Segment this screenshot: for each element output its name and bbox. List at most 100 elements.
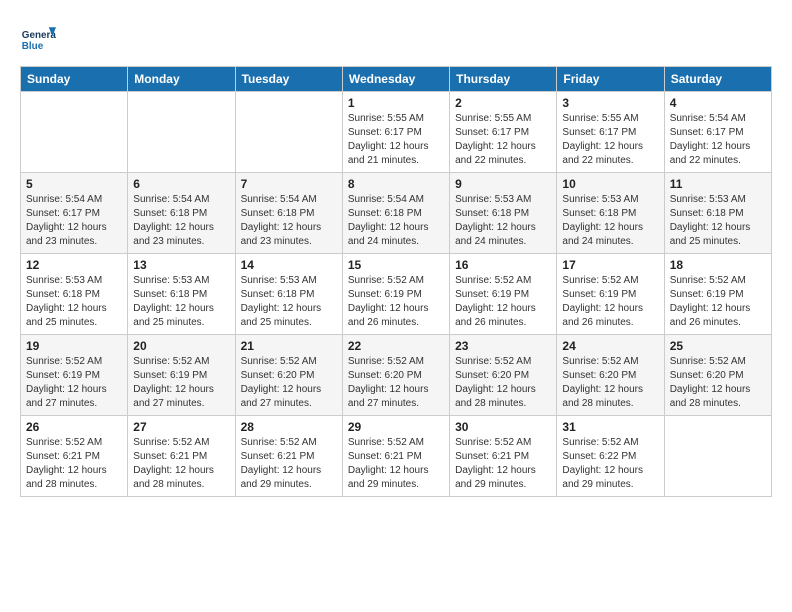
calendar-cell: 21 Sunrise: 5:52 AM Sunset: 6:20 PM Dayli… bbox=[235, 335, 342, 416]
day-info: Sunrise: 5:53 AM Sunset: 6:18 PM Dayligh… bbox=[670, 193, 766, 249]
calendar-cell: 6 Sunrise: 5:54 AM Sunset: 6:18 PM Daylig… bbox=[128, 173, 235, 254]
day-number: 24 bbox=[562, 339, 658, 353]
day-info: Sunrise: 5:52 AM Sunset: 6:22 PM Dayligh… bbox=[562, 436, 658, 492]
day-number: 9 bbox=[455, 177, 551, 191]
day-info: Sunrise: 5:52 AM Sunset: 6:19 PM Dayligh… bbox=[670, 274, 766, 330]
calendar-cell bbox=[21, 92, 128, 173]
calendar-cell: 27Sunrise: 5:52 AM Sunset: 6:21 PM Dayli… bbox=[128, 416, 235, 497]
day-number: 31 bbox=[562, 420, 658, 434]
calendar-cell: 25 Sunrise: 5:52 AM Sunset: 6:20 PM Dayli… bbox=[664, 335, 771, 416]
logo: General Blue bbox=[20, 20, 56, 56]
calendar-cell: 5 Sunrise: 5:54 AM Sunset: 6:17 PM Daylig… bbox=[21, 173, 128, 254]
calendar-cell: 19 Sunrise: 5:52 AM Sunset: 6:19 PM Dayli… bbox=[21, 335, 128, 416]
day-info: Sunrise: 5:53 AM Sunset: 6:18 PM Dayligh… bbox=[562, 193, 658, 249]
day-info: Sunrise: 5:53 AM Sunset: 6:18 PM Dayligh… bbox=[455, 193, 551, 249]
day-info: Sunrise: 5:53 AM Sunset: 6:18 PM Dayligh… bbox=[133, 274, 229, 330]
day-number: 28 bbox=[241, 420, 337, 434]
day-info: Sunrise: 5:52 AM Sunset: 6:19 PM Dayligh… bbox=[133, 355, 229, 411]
day-number: 30 bbox=[455, 420, 551, 434]
day-info: Sunrise: 5:52 AM Sunset: 6:19 PM Dayligh… bbox=[455, 274, 551, 330]
calendar-cell: 28 Sunrise: 5:52 AM Sunset: 6:21 PM Dayli… bbox=[235, 416, 342, 497]
day-info: Sunrise: 5:52 AM Sunset: 6:21 PM Dayligh… bbox=[348, 436, 444, 492]
day-number: 5 bbox=[26, 177, 122, 191]
day-number: 27 bbox=[133, 420, 229, 434]
day-number: 2 bbox=[455, 96, 551, 110]
calendar-cell: 30Sunrise: 5:52 AM Sunset: 6:21 PM Dayli… bbox=[450, 416, 557, 497]
calendar-cell: 18 Sunrise: 5:52 AM Sunset: 6:19 PM Dayli… bbox=[664, 254, 771, 335]
day-info: Sunrise: 5:52 AM Sunset: 6:21 PM Dayligh… bbox=[26, 436, 122, 492]
calendar-cell: 20 Sunrise: 5:52 AM Sunset: 6:19 PM Dayli… bbox=[128, 335, 235, 416]
calendar-cell: 14 Sunrise: 5:53 AM Sunset: 6:18 PM Dayli… bbox=[235, 254, 342, 335]
day-number: 20 bbox=[133, 339, 229, 353]
day-info: Sunrise: 5:53 AM Sunset: 6:18 PM Dayligh… bbox=[241, 274, 337, 330]
day-number: 3 bbox=[562, 96, 658, 110]
day-info: Sunrise: 5:52 AM Sunset: 6:20 PM Dayligh… bbox=[241, 355, 337, 411]
calendar-cell: 9 Sunrise: 5:53 AM Sunset: 6:18 PM Daylig… bbox=[450, 173, 557, 254]
day-number: 19 bbox=[26, 339, 122, 353]
day-number: 17 bbox=[562, 258, 658, 272]
calendar-cell: 1 Sunrise: 5:55 AM Sunset: 6:17 PM Daylig… bbox=[342, 92, 449, 173]
day-info: Sunrise: 5:54 AM Sunset: 6:18 PM Dayligh… bbox=[241, 193, 337, 249]
day-info: Sunrise: 5:54 AM Sunset: 6:18 PM Dayligh… bbox=[133, 193, 229, 249]
calendar-cell: 23 Sunrise: 5:52 AM Sunset: 6:20 PM Dayli… bbox=[450, 335, 557, 416]
day-info: Sunrise: 5:52 AM Sunset: 6:20 PM Dayligh… bbox=[348, 355, 444, 411]
calendar-cell: 29 Sunrise: 5:52 AM Sunset: 6:21 PM Dayli… bbox=[342, 416, 449, 497]
svg-text:Blue: Blue bbox=[22, 41, 44, 52]
calendar-cell: 10 Sunrise: 5:53 AM Sunset: 6:18 PM Dayli… bbox=[557, 173, 664, 254]
day-info: Sunrise: 5:52 AM Sunset: 6:19 PM Dayligh… bbox=[562, 274, 658, 330]
day-of-week-header: Sunday bbox=[21, 67, 128, 92]
day-of-week-header: Friday bbox=[557, 67, 664, 92]
day-number: 16 bbox=[455, 258, 551, 272]
day-info: Sunrise: 5:52 AM Sunset: 6:20 PM Dayligh… bbox=[562, 355, 658, 411]
calendar-cell: 22 Sunrise: 5:52 AM Sunset: 6:20 PM Dayli… bbox=[342, 335, 449, 416]
day-number: 26 bbox=[26, 420, 122, 434]
logo-icon: General Blue bbox=[20, 20, 56, 56]
day-number: 13 bbox=[133, 258, 229, 272]
day-info: Sunrise: 5:54 AM Sunset: 6:17 PM Dayligh… bbox=[26, 193, 122, 249]
calendar-cell: 26 Sunrise: 5:52 AM Sunset: 6:21 PM Dayli… bbox=[21, 416, 128, 497]
day-of-week-header: Tuesday bbox=[235, 67, 342, 92]
day-number: 22 bbox=[348, 339, 444, 353]
calendar-cell bbox=[128, 92, 235, 173]
day-number: 12 bbox=[26, 258, 122, 272]
day-info: Sunrise: 5:54 AM Sunset: 6:18 PM Dayligh… bbox=[348, 193, 444, 249]
calendar-cell: 7 Sunrise: 5:54 AM Sunset: 6:18 PM Daylig… bbox=[235, 173, 342, 254]
calendar-cell: 13 Sunrise: 5:53 AM Sunset: 6:18 PM Dayli… bbox=[128, 254, 235, 335]
day-of-week-header: Saturday bbox=[664, 67, 771, 92]
calendar-cell: 17 Sunrise: 5:52 AM Sunset: 6:19 PM Dayli… bbox=[557, 254, 664, 335]
calendar-cell: 2Sunrise: 5:55 AM Sunset: 6:17 PM Daylig… bbox=[450, 92, 557, 173]
page-header: General Blue bbox=[20, 20, 772, 56]
day-info: Sunrise: 5:53 AM Sunset: 6:18 PM Dayligh… bbox=[26, 274, 122, 330]
calendar-cell: 15 Sunrise: 5:52 AM Sunset: 6:19 PM Dayli… bbox=[342, 254, 449, 335]
day-info: Sunrise: 5:52 AM Sunset: 6:21 PM Dayligh… bbox=[241, 436, 337, 492]
day-of-week-header: Thursday bbox=[450, 67, 557, 92]
day-info: Sunrise: 5:52 AM Sunset: 6:20 PM Dayligh… bbox=[670, 355, 766, 411]
day-number: 25 bbox=[670, 339, 766, 353]
calendar-cell: 11Sunrise: 5:53 AM Sunset: 6:18 PM Dayli… bbox=[664, 173, 771, 254]
calendar-cell: 31 Sunrise: 5:52 AM Sunset: 6:22 PM Dayli… bbox=[557, 416, 664, 497]
day-number: 18 bbox=[670, 258, 766, 272]
day-number: 15 bbox=[348, 258, 444, 272]
calendar-table: SundayMondayTuesdayWednesdayThursdayFrid… bbox=[20, 66, 772, 497]
day-number: 4 bbox=[670, 96, 766, 110]
day-number: 29 bbox=[348, 420, 444, 434]
calendar-cell: 8Sunrise: 5:54 AM Sunset: 6:18 PM Daylig… bbox=[342, 173, 449, 254]
day-info: Sunrise: 5:55 AM Sunset: 6:17 PM Dayligh… bbox=[348, 112, 444, 168]
day-number: 10 bbox=[562, 177, 658, 191]
day-number: 23 bbox=[455, 339, 551, 353]
day-number: 21 bbox=[241, 339, 337, 353]
day-number: 1 bbox=[348, 96, 444, 110]
day-info: Sunrise: 5:52 AM Sunset: 6:19 PM Dayligh… bbox=[348, 274, 444, 330]
day-of-week-header: Monday bbox=[128, 67, 235, 92]
day-number: 6 bbox=[133, 177, 229, 191]
day-number: 14 bbox=[241, 258, 337, 272]
day-info: Sunrise: 5:52 AM Sunset: 6:19 PM Dayligh… bbox=[26, 355, 122, 411]
day-info: Sunrise: 5:55 AM Sunset: 6:17 PM Dayligh… bbox=[562, 112, 658, 168]
day-info: Sunrise: 5:52 AM Sunset: 6:20 PM Dayligh… bbox=[455, 355, 551, 411]
day-number: 7 bbox=[241, 177, 337, 191]
calendar-cell: 12 Sunrise: 5:53 AM Sunset: 6:18 PM Dayli… bbox=[21, 254, 128, 335]
calendar-cell: 3 Sunrise: 5:55 AM Sunset: 6:17 PM Daylig… bbox=[557, 92, 664, 173]
calendar-cell: 24 Sunrise: 5:52 AM Sunset: 6:20 PM Dayli… bbox=[557, 335, 664, 416]
calendar-cell bbox=[235, 92, 342, 173]
calendar-cell: 4Sunrise: 5:54 AM Sunset: 6:17 PM Daylig… bbox=[664, 92, 771, 173]
